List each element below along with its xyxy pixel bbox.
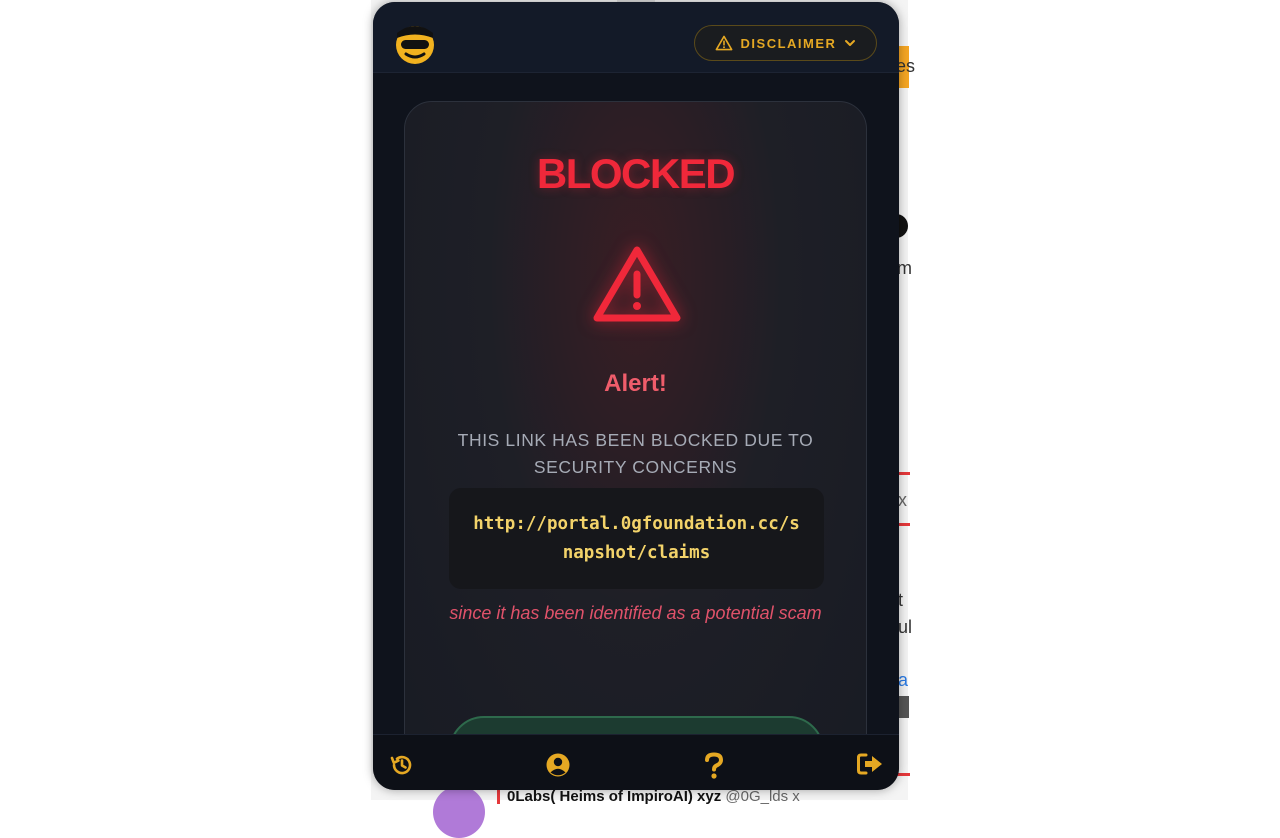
background-red-marker	[497, 790, 500, 804]
background-link-fragment[interactable]: a	[898, 670, 908, 691]
block-reason-message: THIS LINK HAS BEEN BLOCKED DUE TO SECURI…	[457, 430, 814, 477]
blocked-url-box: http://portal.0gfoundation.cc/snapshot/c…	[449, 488, 824, 589]
alert-title: Alert!	[604, 370, 667, 397]
background-text-fragment: x	[898, 490, 907, 510]
logout-icon[interactable]	[856, 752, 884, 778]
disclaimer-dropdown-button[interactable]: DISCLAIMER	[694, 25, 877, 61]
popup-footer-nav	[373, 734, 899, 790]
history-icon[interactable]	[389, 752, 417, 778]
background-text-fragment: ul	[898, 617, 913, 637]
warning-triangle-icon	[715, 35, 732, 51]
security-extension-popup: DISCLAIMER BLOCKED Alert! THIS LINK HAS …	[373, 2, 899, 790]
background-avatar	[433, 786, 485, 838]
blocked-status-title: BLOCKED	[536, 150, 736, 197]
scam-note: since it has been identified as a potent…	[449, 603, 822, 623]
chevron-down-icon	[845, 40, 856, 46]
blocked-alert-card: BLOCKED Alert! THIS LINK HAS BEEN BLOCKE…	[404, 101, 867, 790]
blocked-url: http://portal.0gfoundation.cc/snapshot/c…	[473, 513, 800, 563]
popup-header: DISCLAIMER	[373, 2, 899, 73]
background-text-fragment: m	[897, 258, 912, 278]
warning-triangle-icon	[593, 246, 681, 322]
user-circle-icon[interactable]	[545, 752, 573, 778]
disclaimer-label: DISCLAIMER	[740, 35, 837, 51]
masked-face-logo-icon[interactable]	[394, 21, 436, 69]
background-tweet-author: 0Labs( Heims of ImpiroAI) xyz @0G_lds x	[507, 788, 800, 805]
question-mark-icon[interactable]	[702, 752, 730, 779]
